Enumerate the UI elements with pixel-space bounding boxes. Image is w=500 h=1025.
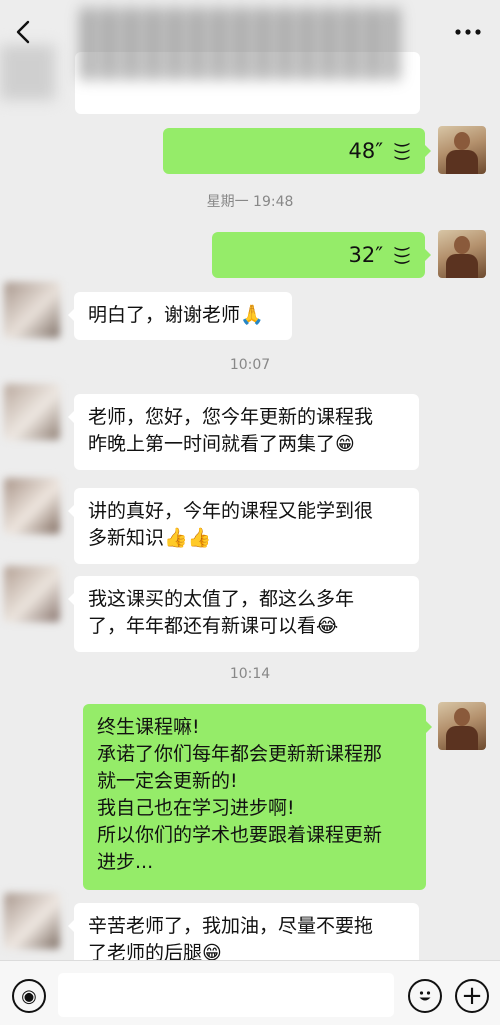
message-line: 我这课买的太值了，都这么多年 xyxy=(88,588,355,610)
message-line: 辛苦老师了，我加油，尽量不要拖 xyxy=(88,915,374,937)
voice-duration: 48″ xyxy=(348,138,384,163)
avatar-face xyxy=(454,132,470,150)
message-line-with-emoji: 多新知识👍👍 xyxy=(88,525,405,552)
bubble-tail xyxy=(61,592,75,606)
message-line-with-emoji: 昨晚上第一时间就看了两集了😁 xyxy=(88,431,405,458)
bubble-tail xyxy=(61,410,75,424)
voice-bubble[interactable]: 48″ ))) xyxy=(163,128,431,174)
avatar-body xyxy=(446,726,478,750)
avatar-body xyxy=(446,254,478,278)
message-text: 明白了，谢谢老师🙏 xyxy=(88,304,264,326)
plus-button[interactable]: + xyxy=(455,979,489,1013)
avatar-other[interactable] xyxy=(4,478,60,534)
more-button[interactable] xyxy=(450,18,486,46)
message-line: 了老师的后腿 xyxy=(88,942,203,960)
message-line: 承诺了你们每年都会更新新课程那 xyxy=(97,743,383,765)
message-line: 多新知识 xyxy=(88,527,165,549)
avatar-self[interactable] xyxy=(438,702,486,750)
avatar-other[interactable] xyxy=(4,282,60,338)
bubble-tail xyxy=(61,504,75,518)
message-line: 昨晚上第一时间就看了两集了 xyxy=(88,433,336,455)
plus-icon: + xyxy=(461,981,483,1011)
message-line-with-emoji: 了，年年都还有新课可以看😂 xyxy=(88,613,405,640)
avatar-self[interactable] xyxy=(438,126,486,174)
avatar-other[interactable] xyxy=(4,893,60,949)
voice-content: 32″ ))) xyxy=(212,232,425,278)
message-line: 终生课程嘛! xyxy=(97,716,200,738)
voice-wave-icon: ))) xyxy=(391,245,412,265)
emoji-icon xyxy=(419,991,431,1001)
emoji-button[interactable] xyxy=(408,979,442,1013)
back-button[interactable] xyxy=(10,18,38,46)
timestamp: 10:14 xyxy=(229,666,271,682)
message-line: 了，年年都还有新课可以看 xyxy=(88,615,317,637)
message-line: 所以你们的学术也要跟着课程更新 xyxy=(97,824,383,846)
text-bubble[interactable]: 辛苦老师了，我加油，尽量不要拖 了老师的后腿😁 xyxy=(68,903,419,960)
text-bubble[interactable]: 我这课买的太值了，都这么多年 了，年年都还有新课可以看😂 xyxy=(68,576,419,652)
voice-mode-icon: ◉ xyxy=(21,985,37,1007)
top-bar xyxy=(0,0,500,64)
input-bar: ◉ + xyxy=(0,960,500,1025)
chevron-left-icon xyxy=(16,20,30,44)
bubble-tail xyxy=(61,308,75,322)
message-self-text: 终生课程嘛! 承诺了你们每年都会更新新课程那 就一定会更新的! 我自己也在学习进… xyxy=(0,702,500,894)
grin-emoji: 😁 xyxy=(202,942,222,960)
avatar-face xyxy=(454,708,470,726)
chat-area[interactable]: 48″ ))) 星期一 19:48 32″ ))) 明白了，谢谢老师🙏 10:0… xyxy=(0,0,500,960)
message-line: 讲的真好，今年的课程又能学到很 xyxy=(88,500,374,522)
text-bubble[interactable]: 明白了，谢谢老师🙏 xyxy=(68,292,292,340)
avatar-other[interactable] xyxy=(4,566,60,622)
message-other-5: 辛苦老师了，我加油，尽量不要拖 了老师的后腿😁 xyxy=(0,893,500,960)
grin-emoji: 😁 xyxy=(335,433,355,455)
timestamp: 星期一 19:48 xyxy=(206,194,294,210)
avatar-face xyxy=(454,236,470,254)
message-line: 进步... xyxy=(97,851,154,873)
avatar-body xyxy=(446,150,478,174)
voice-duration: 32″ xyxy=(348,242,384,267)
voice-mode-button[interactable]: ◉ xyxy=(12,979,46,1013)
bubble-tail xyxy=(424,144,438,158)
message-other-1: 明白了，谢谢老师🙏 xyxy=(0,282,500,344)
message-line: 我自己也在学习进步啊! xyxy=(97,797,295,819)
message-other-2: 老师，您好，您今年更新的课程我 昨晚上第一时间就看了两集了😁 xyxy=(0,384,500,474)
avatar-other[interactable] xyxy=(4,384,60,440)
voice-wave-icon: ))) xyxy=(391,141,412,161)
message-line-with-emoji: 了老师的后腿😁 xyxy=(88,940,405,960)
text-bubble[interactable]: 终生课程嘛! 承诺了你们每年都会更新新课程那 就一定会更新的! 我自己也在学习进… xyxy=(83,704,432,890)
text-bubble[interactable]: 讲的真好，今年的课程又能学到很 多新知识👍👍 xyxy=(68,488,419,564)
message-line: 老师，您好，您今年更新的课程我 xyxy=(88,406,374,428)
message-line: 就一定会更新的! xyxy=(97,770,238,792)
bubble-tail xyxy=(425,720,439,734)
thumbs-up-emoji: 👍👍 xyxy=(164,527,212,549)
timestamp: 10:07 xyxy=(229,357,271,373)
message-voice-self-1: 48″ ))) xyxy=(0,126,500,178)
laughing-tears-emoji: 😂 xyxy=(316,615,339,637)
message-other-4: 我这课买的太值了，都这么多年 了，年年都还有新课可以看😂 xyxy=(0,566,500,656)
bubble-tail xyxy=(61,919,75,933)
voice-content: 48″ ))) xyxy=(163,128,425,174)
message-input[interactable] xyxy=(58,973,394,1017)
text-bubble[interactable]: 老师，您好，您今年更新的课程我 昨晚上第一时间就看了两集了😁 xyxy=(68,394,419,470)
more-icon xyxy=(455,29,481,35)
avatar-self[interactable] xyxy=(438,230,486,278)
voice-bubble[interactable]: 32″ ))) xyxy=(212,232,431,278)
message-voice-self-2: 32″ ))) xyxy=(0,230,500,282)
message-other-3: 讲的真好，今年的课程又能学到很 多新知识👍👍 xyxy=(0,478,500,568)
bubble-tail xyxy=(424,248,438,262)
